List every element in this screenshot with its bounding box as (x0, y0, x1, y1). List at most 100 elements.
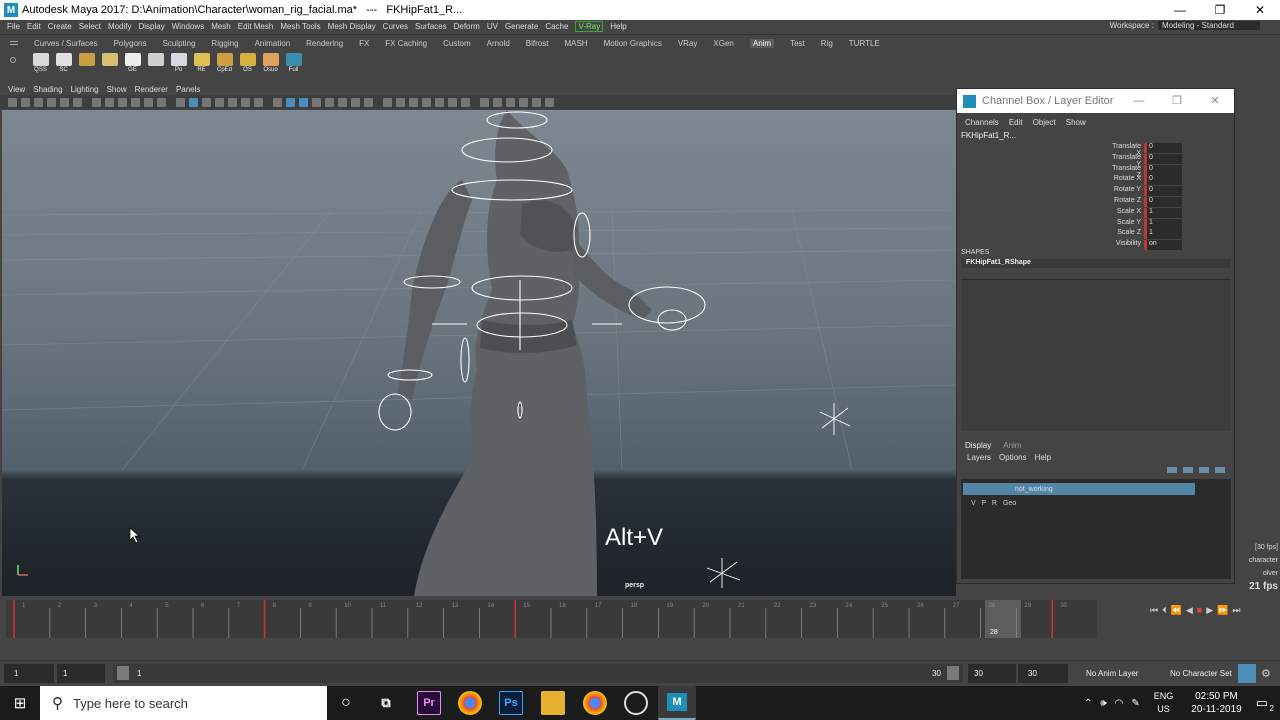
taskbar-search[interactable]: ⚲ Type here to search (40, 686, 327, 720)
menu-modify[interactable]: Modify (108, 22, 132, 31)
viewport-tool-icon[interactable] (118, 97, 127, 107)
shelf-tool-icon[interactable]: RE (191, 53, 212, 75)
menu-mesh[interactable]: Mesh (211, 22, 231, 31)
menu-surfaces[interactable]: Surfaces (415, 22, 447, 31)
shelf-tab[interactable]: TURTLE (849, 39, 880, 48)
viewport-tool-icon[interactable] (351, 97, 360, 107)
cb-menu-edit[interactable]: Edit (1009, 118, 1023, 127)
menu-edit-mesh[interactable]: Edit Mesh (238, 22, 274, 31)
volume-icon[interactable]: 🕪 (1100, 698, 1106, 709)
windows-start-icon[interactable]: ⊞ (0, 686, 40, 720)
cb-close-button[interactable]: ✕ (1196, 89, 1234, 113)
character-set-dropdown[interactable]: No Character Set (1162, 664, 1234, 683)
le-menu-help[interactable]: Help (1035, 453, 1051, 462)
layer-move-up-icon[interactable] (1199, 467, 1209, 473)
layer-move-down-icon[interactable] (1215, 467, 1225, 473)
viewport-tool-icon[interactable] (47, 97, 56, 107)
shelf-tab[interactable]: Curves / Surfaces (34, 39, 98, 48)
le-menu-options[interactable]: Options (999, 453, 1027, 462)
viewport-tool-icon[interactable] (364, 97, 373, 107)
shelf-tab[interactable]: Rigging (211, 39, 238, 48)
channel-row[interactable]: Scale Y1 (1107, 218, 1231, 229)
menu-windows[interactable]: Windows (172, 22, 204, 31)
action-center-icon[interactable]: ▭ 2 (1256, 695, 1274, 713)
shelf-tab[interactable]: FX (359, 39, 369, 48)
shelf-tab-active[interactable]: Anim (749, 39, 775, 48)
viewport-tool-icon[interactable] (435, 97, 444, 107)
channel-row[interactable]: Rotate Z0 (1107, 197, 1231, 207)
range-handle-left[interactable] (117, 666, 129, 680)
cb-menu-show[interactable]: Show (1066, 118, 1086, 127)
shelf-tab[interactable]: Sculpting (163, 39, 196, 48)
layer-flags[interactable]: V P R (971, 500, 997, 507)
menu-display[interactable]: Display (139, 22, 165, 31)
viewport-tool-icon[interactable] (21, 97, 30, 107)
cb-maximize-button[interactable]: ❐ (1158, 89, 1196, 113)
shelf-tab[interactable]: Bifrost (526, 39, 549, 48)
le-menu-layers[interactable]: Layers (967, 453, 991, 462)
menu-generate[interactable]: Generate (505, 22, 538, 31)
channel-value-field[interactable]: 0 (1144, 186, 1182, 197)
stop-icon[interactable]: ■ (1197, 605, 1202, 616)
anim-prefs-icon[interactable]: ⚙ (1261, 667, 1271, 680)
layer-new-icon[interactable] (1167, 467, 1177, 473)
viewport-tool-icon[interactable] (157, 97, 166, 107)
playback-start-field[interactable]: 1 (57, 664, 105, 683)
file-explorer-icon[interactable] (541, 691, 565, 715)
channel-value-field[interactable]: 1 (1144, 218, 1182, 229)
viewport-tool-icon[interactable] (254, 97, 263, 107)
tab-anim[interactable]: Anim (1003, 441, 1021, 450)
shelf-tool-icon[interactable]: Po (168, 53, 189, 75)
channel-row[interactable]: Visibility on (1107, 240, 1231, 251)
vp-menu-show[interactable]: Show (107, 85, 127, 94)
range-slider[interactable]: 1 30 (113, 664, 963, 683)
vp-menu-view[interactable]: View (8, 85, 25, 94)
chrome-profile-icon[interactable] (583, 691, 607, 715)
viewport-tool-icon[interactable] (286, 97, 295, 107)
vp-menu-renderer[interactable]: Renderer (135, 85, 168, 94)
viewport-tool-icon[interactable] (506, 97, 515, 107)
shelf-tab[interactable]: Rendering (306, 39, 343, 48)
shelf-tool-icon[interactable]: CpEd (214, 53, 235, 75)
viewport-tool-icon[interactable] (73, 97, 82, 107)
vp-menu-panels[interactable]: Panels (176, 85, 200, 94)
channel-row[interactable]: Translate Z0 (1107, 164, 1231, 179)
viewport-tool-icon[interactable] (409, 97, 418, 107)
menu-help[interactable]: Help (610, 22, 626, 31)
workspace-dropdown[interactable]: Modeling - Standard (1157, 21, 1260, 30)
menu-select[interactable]: Select (79, 22, 101, 31)
viewport-3d[interactable] (2, 110, 956, 596)
task-view-icon[interactable]: ⧉ (374, 691, 398, 715)
viewport-tool-icon[interactable] (383, 97, 392, 107)
minimize-button[interactable]: — (1160, 0, 1200, 20)
shelf-tab[interactable]: Motion Graphics (604, 39, 662, 48)
shelf-tool-icon[interactable]: GE (122, 53, 143, 75)
layer-row-not-working[interactable]: not_working (963, 483, 1195, 495)
shelf-tool-icon[interactable]: QSS (30, 53, 51, 75)
channel-value-field[interactable]: on (1144, 240, 1182, 251)
vp-menu-shading[interactable]: Shading (33, 85, 62, 94)
channel-row[interactable]: Scale Z1 (1107, 229, 1231, 240)
taskbar-clock[interactable]: 02:50 PM 20-11-2019 (1191, 690, 1241, 716)
play-forward-icon[interactable]: ▶ (1206, 605, 1213, 616)
viewport-tool-icon[interactable] (34, 97, 43, 107)
viewport-tool-icon[interactable] (273, 97, 282, 107)
channel-value-field[interactable]: 0 (1144, 197, 1182, 207)
shelf-tool-icon[interactable] (145, 53, 166, 75)
cortana-icon[interactable]: ○ (334, 691, 358, 715)
viewport-tool-icon[interactable] (8, 97, 17, 107)
shelf-tab[interactable]: FX Caching (385, 39, 427, 48)
photoshop-icon[interactable]: Ps (499, 691, 523, 715)
viewport-tool-icon[interactable] (241, 97, 250, 107)
viewport-tool-icon[interactable] (493, 97, 502, 107)
channel-row[interactable]: Rotate Y0 (1107, 186, 1231, 197)
close-button[interactable]: ✕ (1240, 0, 1280, 20)
range-handle-right[interactable] (947, 666, 959, 680)
viewport-tool-icon[interactable] (60, 97, 69, 107)
viewport-tool-icon[interactable] (448, 97, 457, 107)
anim-layer-dropdown[interactable]: No Anim Layer (1076, 664, 1156, 683)
shelf-tab[interactable]: Animation (255, 39, 291, 48)
maya-taskbar-button[interactable]: M (658, 686, 696, 720)
menu-uv[interactable]: UV (487, 22, 498, 31)
cb-menu-object[interactable]: Object (1033, 118, 1056, 127)
